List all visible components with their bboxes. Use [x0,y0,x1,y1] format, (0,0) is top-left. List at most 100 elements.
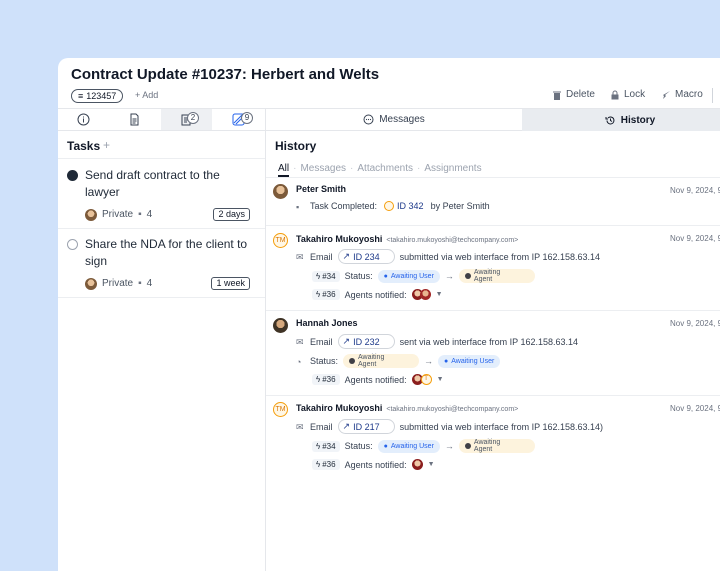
rule-ref-label: #36 [322,375,336,384]
author-name: Takahiro Mukoyoshi [296,234,383,244]
ticket-tag-chip[interactable]: ≡ 123457 [71,89,124,103]
filter-assignments[interactable]: Assignments [424,163,481,177]
id-label: ID 232 [353,336,380,347]
row-suffix: submitted via web interface from IP 162.… [399,251,601,262]
task-id-link[interactable]: ID 342 [382,201,426,211]
tab-info[interactable] [58,109,109,130]
tab-linked[interactable]: 9 [213,109,264,130]
history-row: ✉ Email ↗ ID 232 sent via web interface … [296,334,578,349]
info-icon [77,113,90,126]
status-label-line: Awaiting [473,439,501,446]
task-item[interactable]: Share the NDA for the client to sign Pri… [67,236,257,296]
filter-separator: · [416,163,421,174]
author-name: Takahiro Mukoyoshi [296,403,383,413]
agent-avatars[interactable]: T [411,374,432,385]
arrow-right-icon: → [444,271,454,281]
entry-timestamp: Nov 9, 2024, 9: [670,234,720,243]
history-filters: All · Messages · Attachments · Assignmen… [278,163,482,177]
filter-attachments[interactable]: Attachments [357,163,413,177]
tag-label: 123457 [86,91,117,101]
delete-label: Delete [566,89,595,100]
email-id-link[interactable]: ↗ ID 232 [337,334,395,349]
tasks-heading: Tasks [67,139,101,153]
agent-icon [349,358,356,364]
avatar [85,208,97,221]
avatar [273,318,288,333]
lock-label: Lock [624,89,646,100]
email-id-link[interactable]: ↗ ID 217 [337,419,395,434]
envelope-icon: ✉ [296,252,304,262]
visibility-label: Private [102,209,134,220]
author-name: Peter Smith [296,184,347,194]
row-label: Agents notified: [344,459,407,470]
chevron-down-icon[interactable]: ▼ [436,291,443,298]
tab-notes[interactable] [109,109,160,130]
lock-button[interactable]: Lock [610,89,645,100]
entry-author: Takahiro Mukoyoshi <takahiro.mukoyoshi@t… [296,234,518,244]
rule-ref[interactable]: ϟ #34 [312,270,340,282]
macro-button[interactable]: Macro [661,89,703,100]
history-row: ◔ Status: Awaiting Agent → ● Awaiting User [296,354,501,368]
tag-icon: ≡ [78,91,84,101]
agent-icon [464,443,471,449]
user-icon: ● [383,442,388,450]
rule-ref[interactable]: ϟ #36 [312,374,340,385]
comment-icon: ▪ [138,278,142,289]
clock-icon: ◔ [296,356,302,367]
row-label: Status: [344,271,373,281]
page-title: Contract Update #10237: Herbert and Welt… [71,66,380,83]
agent-avatars[interactable] [411,459,423,470]
task-item[interactable]: Send draft contract to the lawyer Privat… [67,167,257,227]
status-badge: Awaiting Agent [458,439,535,453]
author-email: <takahiro.mukoyoshi@techcompany.com> [386,237,519,244]
entry-author: Takahiro Mukoyoshi <takahiro.mukoyoshi@t… [296,403,518,413]
rule-ref[interactable]: ϟ #36 [312,459,340,470]
lock-icon [611,90,619,99]
empty-circle-icon[interactable] [67,239,78,250]
filter-all[interactable]: All [278,163,290,177]
email-id-link[interactable]: ↗ ID 234 [337,249,395,264]
tab-history[interactable]: History [522,109,720,131]
filter-messages[interactable]: Messages [300,163,346,177]
task-meta: Private ▪ 4 1 week [85,277,250,290]
entry-divider [266,177,720,178]
status-badge: Awaiting Agent [343,354,420,368]
bolt-icon: ϟ [316,271,321,281]
rule-ref[interactable]: ϟ #36 [312,289,340,300]
rule-ref[interactable]: ϟ #34 [312,440,340,452]
document-icon [130,113,139,126]
tab-tasks[interactable]: 2 [161,109,212,130]
check-circle-icon[interactable] [67,170,78,181]
row-label: Email [310,421,333,432]
delete-button[interactable]: Delete [552,89,595,100]
agent-avatars[interactable] [411,289,431,300]
row-suffix: sent via web interface from IP 162.158.6… [399,336,579,347]
status-label: Awaiting Agent [358,354,384,368]
chevron-down-icon[interactable]: ▼ [437,376,444,383]
history-heading: History [275,139,317,153]
add-tag-button[interactable]: + Add [135,90,158,100]
envelope-icon: ✉ [296,337,304,347]
row-suffix: submitted via web interface from IP 162.… [399,421,604,432]
avatar [85,277,97,290]
row-label: Agents notified: [344,289,407,300]
chat-bubble-icon [363,114,374,125]
avatar: TM [273,402,288,417]
comment-count: 4 [146,209,153,220]
chevron-down-icon[interactable]: ▼ [428,461,435,468]
trash-icon: ▪ [296,201,300,212]
status-badge: ● Awaiting User [377,269,440,283]
bolt-icon: ϟ [316,375,321,384]
row-suffix: by Peter Smith [430,201,490,211]
entry-divider [266,395,720,396]
bolt-icon: ϟ [316,441,321,451]
add-task-button[interactable]: + [103,138,110,152]
panel-divider [265,109,266,571]
entry-divider [266,225,720,226]
left-panel-tabs: 2 9 [58,109,265,131]
tab-messages[interactable]: Messages [266,109,522,131]
entry-timestamp: Nov 9, 2024, 9: [670,319,720,328]
history-row: ϟ #34 Status: ● Awaiting User → Awaiting Ag… [312,439,535,453]
filter-separator: · [350,163,354,174]
rule-ref-label: #34 [322,441,336,451]
